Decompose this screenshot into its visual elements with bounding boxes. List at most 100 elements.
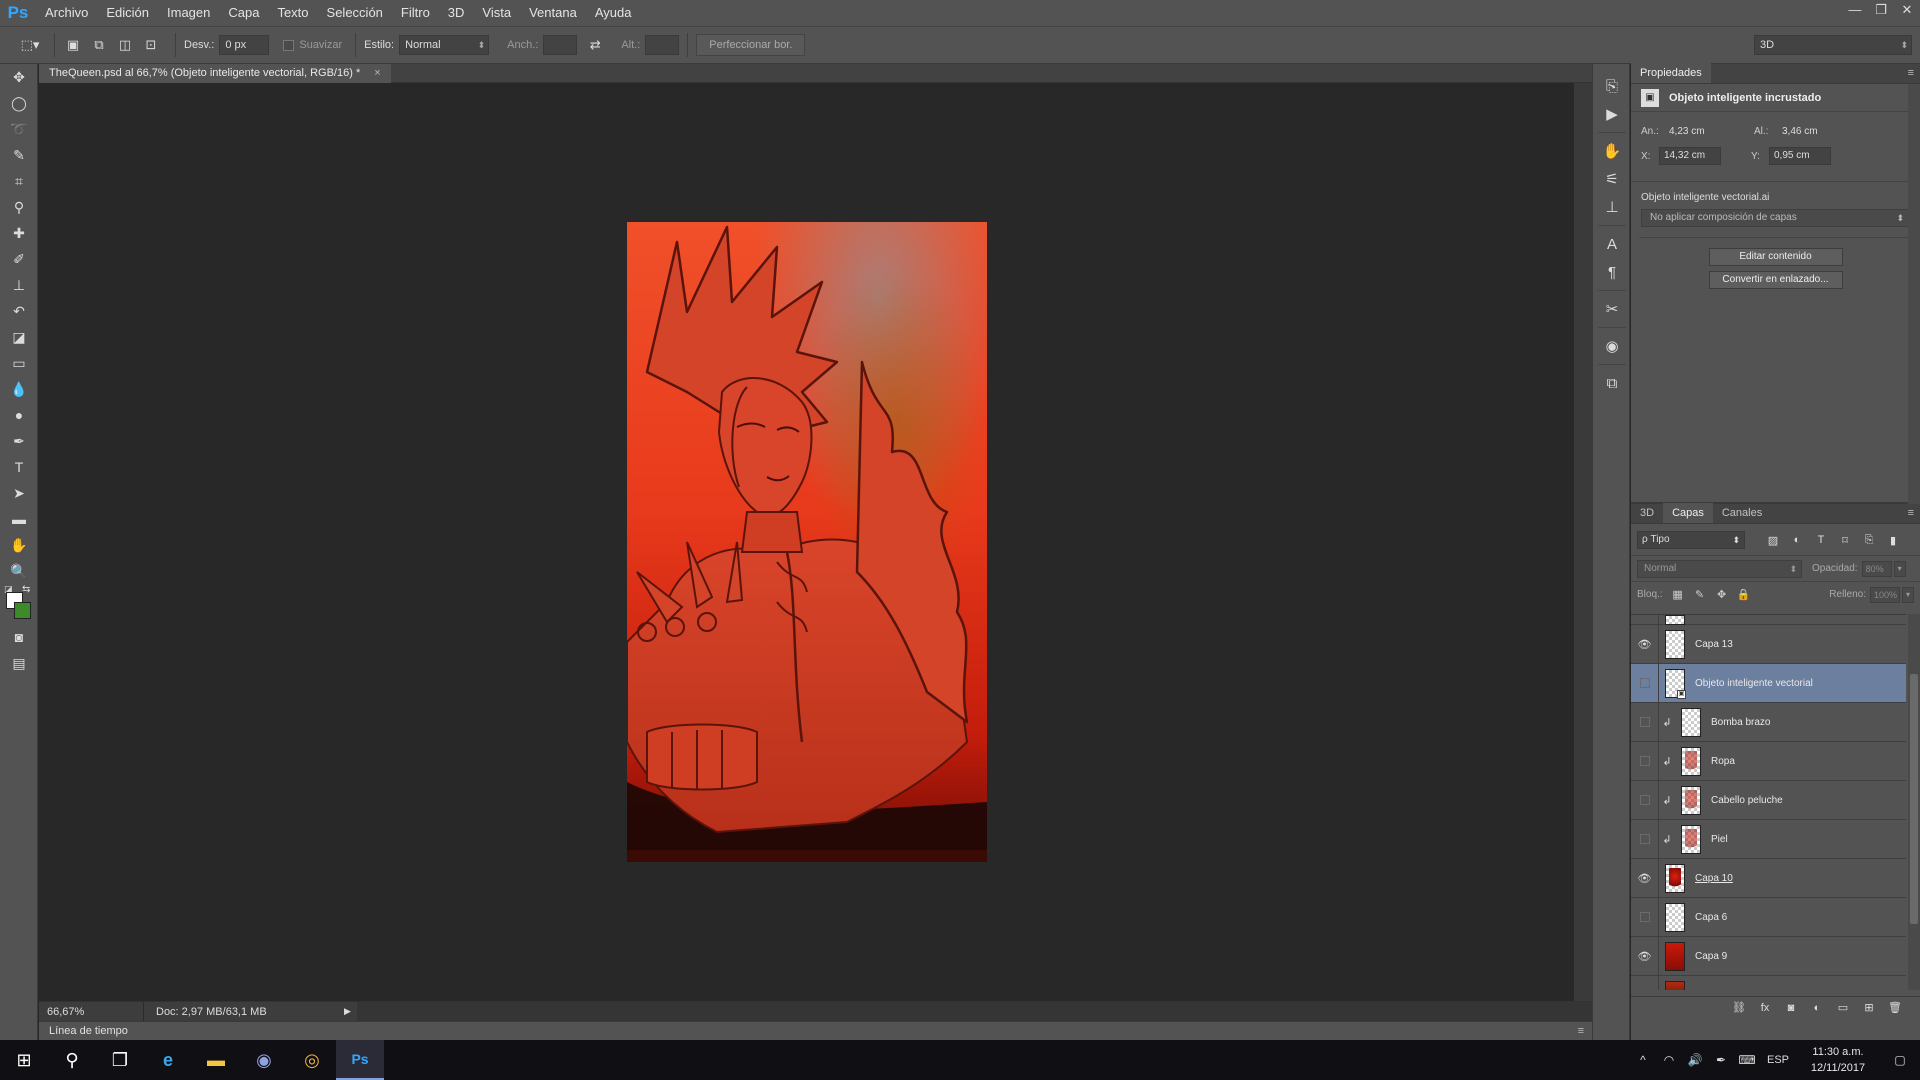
delete-layer-icon[interactable]: 🗑	[1882, 1001, 1908, 1014]
keyboard-icon[interactable]: ⌨	[1734, 1053, 1760, 1067]
restore-button[interactable]: ❐	[1868, 0, 1894, 22]
pen-icon[interactable]: ✒	[1708, 1053, 1734, 1067]
eye-icon[interactable]: 👁	[1631, 858, 1659, 898]
layer-row[interactable]: ↲ Ropa	[1631, 741, 1906, 781]
filter-toggle-icon[interactable]: ▮	[1881, 534, 1905, 547]
artwork-canvas[interactable]	[627, 222, 987, 862]
swap-colors-icon[interactable]: ⇆	[22, 584, 30, 595]
link-layers-icon[interactable]: ⛓	[1726, 1001, 1752, 1014]
intersect-selection-icon[interactable]: ⊡	[141, 35, 161, 55]
libraries-panel-icon[interactable]: ◉	[1593, 332, 1631, 360]
layer-row[interactable]: 👁 Capa 13	[1631, 624, 1906, 664]
layer-thumbnail[interactable]	[1665, 629, 1685, 659]
clone-source-panel-icon[interactable]: ⊥	[1593, 193, 1631, 221]
timeline-menu-icon[interactable]: ≡	[1578, 1022, 1584, 1041]
refine-edge-button[interactable]: Perfeccionar bor.	[696, 34, 806, 56]
pen-tool-icon[interactable]: ✒	[0, 428, 38, 454]
dodge-tool-icon[interactable]: ●	[0, 402, 38, 428]
visibility-toggle[interactable]	[1631, 663, 1659, 703]
filter-pixel-icon[interactable]: ▨	[1761, 534, 1785, 547]
quick-mask-icon[interactable]: ◙	[0, 624, 38, 650]
tab-layers[interactable]: Capas	[1663, 503, 1713, 523]
layer-row[interactable]: 👁 Capa 9	[1631, 936, 1906, 976]
clone-stamp-tool-icon[interactable]: ⊥	[0, 272, 38, 298]
menu-texto[interactable]: Texto	[268, 0, 317, 26]
history-brush-tool-icon[interactable]: ↶	[0, 298, 38, 324]
network-icon[interactable]: ◠	[1656, 1053, 1682, 1067]
layer-thumbnail[interactable]	[1665, 941, 1685, 971]
menu-imagen[interactable]: Imagen	[158, 0, 219, 26]
layer-thumbnail[interactable]: ▣	[1665, 668, 1686, 699]
tray-overflow-icon[interactable]: ^	[1630, 1053, 1656, 1067]
layer-row-partial[interactable]	[1631, 615, 1906, 625]
menu-edicion[interactable]: Edición	[97, 0, 158, 26]
brush-tool-icon[interactable]: ✐	[0, 246, 38, 272]
tab-3d[interactable]: 3D	[1631, 503, 1663, 523]
style-select[interactable]: Normal	[399, 35, 490, 55]
background-color-swatch[interactable]	[14, 602, 31, 619]
layer-comp-select[interactable]: No aplicar composición de capas	[1641, 209, 1910, 227]
x-input[interactable]: 14,32 cm	[1659, 147, 1721, 165]
layer-thumbnail[interactable]	[1681, 707, 1701, 737]
add-mask-icon[interactable]: ◙	[1778, 1002, 1804, 1014]
path-select-tool-icon[interactable]: ➤	[0, 480, 38, 506]
new-layer-icon[interactable]: ⊞	[1856, 1001, 1882, 1014]
menu-capa[interactable]: Capa	[219, 0, 268, 26]
height-value[interactable]: 3,46 cm	[1782, 126, 1867, 137]
height-input[interactable]	[645, 35, 680, 55]
swap-dimensions-icon[interactable]: ⇄	[585, 35, 605, 55]
chrome-icon[interactable]: ◎	[288, 1040, 336, 1080]
move-tool-icon[interactable]: ✥	[0, 64, 38, 90]
character-panel-icon[interactable]: A	[1593, 230, 1631, 258]
clock[interactable]: 11:30 a.m. 12/11/2017	[1796, 1044, 1880, 1076]
menu-ayuda[interactable]: Ayuda	[586, 0, 641, 26]
filter-adjustment-icon[interactable]: ◐	[1785, 534, 1809, 546]
properties-scrollbar[interactable]	[1908, 84, 1920, 504]
zoom-level-field[interactable]: 66,67%	[39, 1001, 144, 1022]
eyedropper-tool-icon[interactable]: ⚲	[0, 194, 38, 220]
filter-type-icon[interactable]: T	[1809, 534, 1833, 546]
layer-row[interactable]: ↲ Piel	[1631, 819, 1906, 859]
adjustment-layer-icon[interactable]: ◐	[1804, 1002, 1830, 1014]
add-selection-icon[interactable]: ⧉	[89, 35, 109, 55]
tool-presets-panel-icon[interactable]: ✂	[1593, 295, 1631, 323]
new-selection-icon[interactable]: ▣	[63, 35, 83, 55]
visibility-toggle[interactable]	[1631, 702, 1659, 742]
volume-icon[interactable]: 🔊	[1682, 1053, 1708, 1067]
status-menu-arrow-icon[interactable]: ▶	[344, 1006, 351, 1017]
shape-tool-icon[interactable]: ▬	[0, 506, 38, 532]
layer-thumbnail[interactable]	[1665, 863, 1685, 893]
gradient-tool-icon[interactable]: ▭	[0, 350, 38, 376]
blur-tool-icon[interactable]: 💧	[0, 376, 38, 402]
type-tool-icon[interactable]: T	[0, 454, 38, 480]
subtract-selection-icon[interactable]: ◫	[115, 35, 135, 55]
menu-seleccion[interactable]: Selección	[318, 0, 392, 26]
layer-row[interactable]: 👁 Capa 10	[1631, 858, 1906, 898]
zoom-tool-icon[interactable]: 🔍	[0, 558, 38, 584]
timeline-tab[interactable]: Línea de tiempo	[49, 1025, 128, 1037]
width-input[interactable]	[543, 35, 578, 55]
layer-thumbnail[interactable]	[1681, 746, 1701, 776]
history-panel-icon[interactable]: ⎘	[1593, 72, 1631, 100]
lock-pixels-icon[interactable]: ✎	[1689, 588, 1711, 601]
visibility-toggle[interactable]	[1631, 780, 1659, 820]
rect-marquee-preset-icon[interactable]: ⬚▾	[20, 35, 40, 55]
lock-position-icon[interactable]: ✥	[1711, 588, 1733, 601]
quick-select-tool-icon[interactable]: ✎	[0, 142, 38, 168]
input-language[interactable]: ESP	[1760, 1054, 1796, 1066]
visibility-toggle[interactable]	[1631, 819, 1659, 859]
task-view-icon[interactable]: ❐	[96, 1040, 144, 1080]
panel-menu-icon[interactable]: ≡	[1908, 67, 1914, 79]
opacity-dropdown-icon[interactable]: ▾	[1893, 560, 1906, 577]
brush-panel-icon[interactable]: ✋	[1593, 137, 1631, 165]
layers-scroll-thumb[interactable]	[1910, 674, 1918, 924]
eye-icon[interactable]: 👁	[1631, 624, 1659, 664]
layer-row[interactable]: 👁 Capa 8	[1631, 975, 1906, 990]
close-button[interactable]: ✕	[1894, 0, 1920, 22]
filter-shape-icon[interactable]: ⌑	[1833, 534, 1857, 547]
marquee-tool-icon[interactable]: ◯	[0, 90, 38, 116]
antialias-checkbox[interactable]	[283, 39, 295, 51]
layer-row[interactable]: ▣ Objeto inteligente vectorial	[1631, 663, 1906, 703]
filter-smart-object-icon[interactable]: ⎘	[1857, 534, 1881, 547]
tab-properties[interactable]: Propiedades	[1631, 63, 1711, 83]
